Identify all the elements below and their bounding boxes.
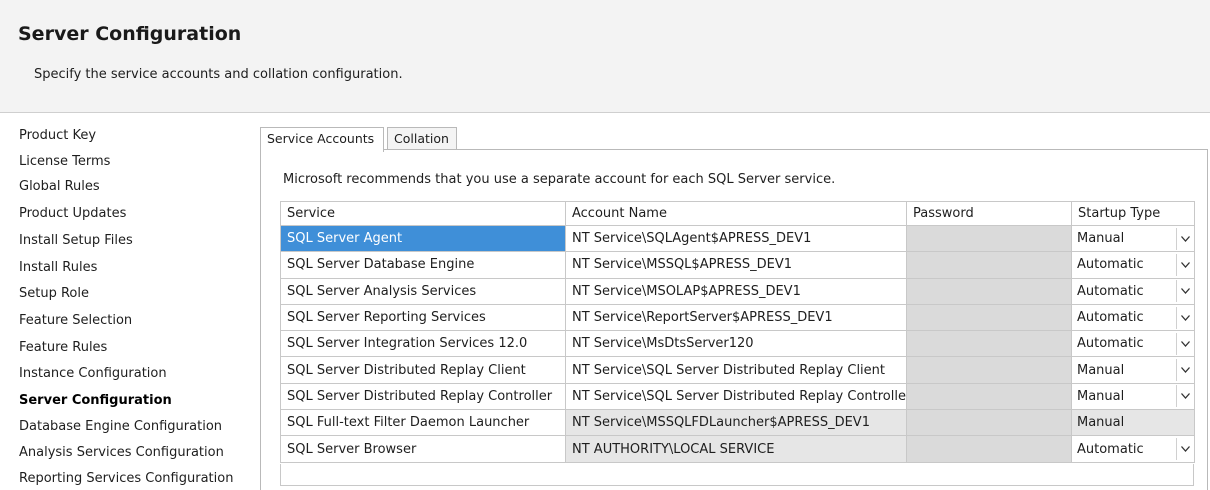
sidebar-item-install-setup-files[interactable]: Install Setup Files xyxy=(19,233,133,248)
sidebar-item-reporting-services-configuration[interactable]: Reporting Services Configuration xyxy=(19,471,233,486)
grid-empty-area xyxy=(280,464,1194,486)
startup-type-select[interactable]: Manual xyxy=(1071,382,1195,411)
account-name-cell[interactable]: NT Service\MsDtsServer120 xyxy=(565,330,907,358)
password-cell[interactable] xyxy=(906,382,1072,411)
chevron-down-icon[interactable] xyxy=(1176,227,1194,250)
table-row[interactable]: SQL Server Agent NT Service\SQLAgent$APRE… xyxy=(280,224,1195,253)
sidebar-item-install-rules[interactable]: Install Rules xyxy=(19,260,97,275)
account-name-cell[interactable]: NT Service\SQL Server Distributed Replay… xyxy=(565,356,907,384)
startup-type-value: Automatic xyxy=(1077,441,1144,457)
startup-type-value: Automatic xyxy=(1077,283,1144,299)
startup-type-select[interactable]: Automatic xyxy=(1071,435,1195,463)
chevron-down-icon[interactable] xyxy=(1176,359,1194,382)
startup-type-value: Automatic xyxy=(1077,336,1144,352)
password-cell[interactable] xyxy=(906,251,1072,279)
sidebar-item-setup-role[interactable]: Setup Role xyxy=(19,286,89,301)
account-name-cell: NT AUTHORITY\LOCAL SERVICE xyxy=(565,435,907,463)
column-header-password[interactable]: Password xyxy=(906,201,1072,226)
table-row[interactable]: SQL Server Database Engine NT Service\MSS… xyxy=(280,251,1195,279)
startup-type-select[interactable]: Manual xyxy=(1071,224,1195,253)
startup-type-value: Manual xyxy=(1077,388,1125,404)
chevron-down-icon[interactable] xyxy=(1176,438,1194,461)
startup-type-value: Manual xyxy=(1077,415,1125,431)
password-cell[interactable] xyxy=(906,330,1072,358)
sidebar-item-analysis-services-configuration[interactable]: Analysis Services Configuration xyxy=(19,445,224,460)
page-subtitle: Specify the service accounts and collati… xyxy=(34,67,403,82)
tab-service-accounts[interactable]: Service Accounts xyxy=(260,127,384,152)
startup-type-select[interactable]: Automatic xyxy=(1071,277,1195,305)
service-cell[interactable]: SQL Server Reporting Services xyxy=(280,303,566,332)
account-name-cell: NT Service\MSSQLFDLauncher$APRESS_DEV1 xyxy=(565,409,907,437)
startup-type-value: Manual xyxy=(1077,362,1125,378)
service-accounts-grid: Service Account Name Password Startup Ty… xyxy=(280,201,1195,463)
startup-type-select: Manual xyxy=(1071,409,1195,437)
column-header-service[interactable]: Service xyxy=(280,201,566,226)
sidebar-nav: Product Key License Terms Global Rules Prod… xyxy=(0,114,234,490)
chevron-down-icon[interactable] xyxy=(1176,306,1194,329)
startup-type-select[interactable]: Automatic xyxy=(1071,330,1195,358)
password-cell[interactable] xyxy=(906,224,1072,253)
table-row[interactable]: SQL Server Integration Services 12.0 NT S… xyxy=(280,330,1195,358)
account-name-cell[interactable]: NT Service\MSOLAP$APRESS_DEV1 xyxy=(565,277,907,305)
account-name-cell[interactable]: NT Service\SQL Server Distributed Replay… xyxy=(565,382,907,411)
service-cell[interactable]: SQL Server Agent xyxy=(280,224,566,253)
table-row[interactable]: SQL Full-text Filter Daemon Launcher NT S… xyxy=(280,409,1195,437)
sidebar-item-feature-rules[interactable]: Feature Rules xyxy=(19,340,107,355)
service-cell[interactable]: SQL Server Distributed Replay Client xyxy=(280,356,566,384)
password-cell[interactable] xyxy=(906,409,1072,437)
account-name-cell[interactable]: NT Service\SQLAgent$APRESS_DEV1 xyxy=(565,224,907,253)
service-cell[interactable]: SQL Server Distributed Replay Controller xyxy=(280,382,566,411)
service-cell[interactable]: SQL Server Integration Services 12.0 xyxy=(280,330,566,358)
sidebar-item-product-updates[interactable]: Product Updates xyxy=(19,206,126,221)
table-row[interactable]: SQL Server Analysis Services NT Service\M… xyxy=(280,277,1195,305)
startup-type-select[interactable]: Manual xyxy=(1071,356,1195,384)
sidebar-item-database-engine-configuration[interactable]: Database Engine Configuration xyxy=(19,419,222,434)
table-row[interactable]: SQL Server Reporting Services NT Service\… xyxy=(280,303,1195,332)
chevron-down-icon[interactable] xyxy=(1176,253,1194,276)
sidebar-item-product-key[interactable]: Product Key xyxy=(19,128,96,143)
chevron-down-icon[interactable] xyxy=(1176,385,1194,408)
column-header-startup-type[interactable]: Startup Type xyxy=(1071,201,1195,226)
table-row[interactable]: SQL Server Browser NT AUTHORITY\LOCAL SER… xyxy=(280,435,1195,463)
recommendation-text: Microsoft recommends that you use a sepa… xyxy=(283,172,836,187)
startup-type-select[interactable]: Automatic xyxy=(1071,251,1195,279)
startup-type-select[interactable]: Automatic xyxy=(1071,303,1195,332)
password-cell[interactable] xyxy=(906,356,1072,384)
page-title: Server Configuration xyxy=(18,23,242,45)
password-cell[interactable] xyxy=(906,303,1072,332)
account-name-cell[interactable]: NT Service\MSSQL$APRESS_DEV1 xyxy=(565,251,907,279)
account-name-cell[interactable]: NT Service\ReportServer$APRESS_DEV1 xyxy=(565,303,907,332)
password-cell[interactable] xyxy=(906,277,1072,305)
sidebar-item-feature-selection[interactable]: Feature Selection xyxy=(19,313,132,328)
grid-header-row: Service Account Name Password Startup Ty… xyxy=(280,201,1195,226)
table-row[interactable]: SQL Server Distributed Replay Controller… xyxy=(280,382,1195,411)
password-cell[interactable] xyxy=(906,435,1072,463)
sidebar-item-server-configuration[interactable]: Server Configuration xyxy=(19,393,172,408)
startup-type-value: Automatic xyxy=(1077,257,1144,273)
service-cell[interactable]: SQL Server Browser xyxy=(280,435,566,463)
column-header-account-name[interactable]: Account Name xyxy=(565,201,907,226)
service-cell[interactable]: SQL Server Analysis Services xyxy=(280,277,566,305)
service-cell[interactable]: SQL Full-text Filter Daemon Launcher xyxy=(280,409,566,437)
startup-type-value: Manual xyxy=(1077,231,1125,247)
sidebar-item-instance-configuration[interactable]: Instance Configuration xyxy=(19,366,167,381)
sidebar-item-global-rules[interactable]: Global Rules xyxy=(19,179,100,194)
chevron-down-icon[interactable] xyxy=(1176,332,1194,355)
page-header: Server Configuration Specify the service… xyxy=(0,0,1210,113)
table-row[interactable]: SQL Server Distributed Replay Client NT S… xyxy=(280,356,1195,384)
service-cell[interactable]: SQL Server Database Engine xyxy=(280,251,566,279)
startup-type-value: Automatic xyxy=(1077,310,1144,326)
chevron-down-icon[interactable] xyxy=(1176,280,1194,303)
tab-collation[interactable]: Collation xyxy=(387,127,457,150)
sidebar-item-license-terms[interactable]: License Terms xyxy=(19,154,110,169)
